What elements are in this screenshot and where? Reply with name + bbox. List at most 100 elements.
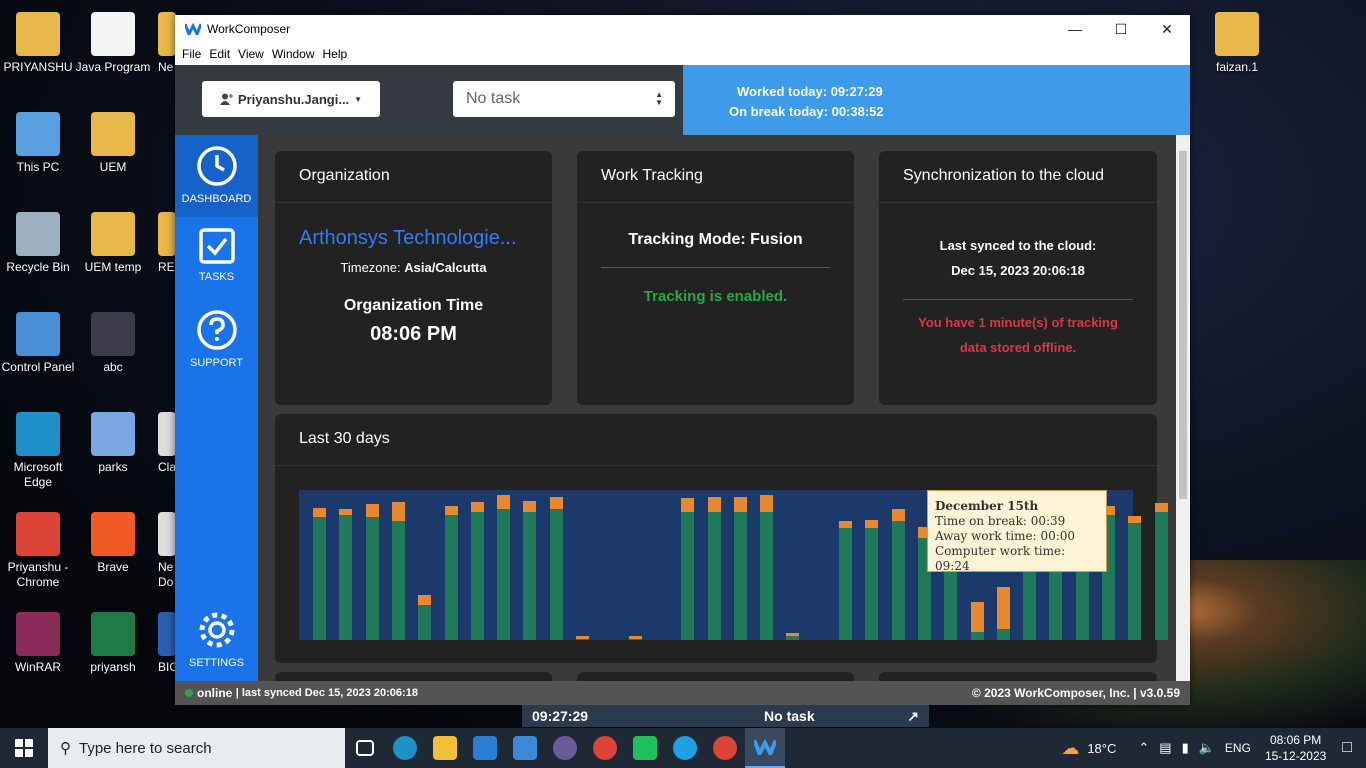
bar-computer-time[interactable] <box>523 511 537 640</box>
bar-computer-time[interactable] <box>760 511 774 640</box>
edge-icon[interactable] <box>385 728 425 768</box>
desktop-icon[interactable]: PRIYANSHU <box>0 12 76 75</box>
user-dropdown-button[interactable]: Priyanshu.Jangi... ▼ <box>202 81 380 117</box>
taskbar-search[interactable]: ⚲ Type here to search <box>48 728 345 768</box>
maximize-icon[interactable]: ☐ <box>1098 15 1144 43</box>
desktop-icon[interactable]: UEM <box>75 112 151 175</box>
bar-computer-time[interactable] <box>707 511 721 640</box>
bar-break-time[interactable] <box>444 506 458 515</box>
desktop-icon[interactable]: parks <box>75 412 151 475</box>
bar-break-time[interactable] <box>891 509 905 522</box>
menu-file[interactable]: File <box>181 47 208 61</box>
menu-window[interactable]: Window <box>271 47 322 61</box>
bar-computer-time[interactable] <box>1154 511 1168 640</box>
volume-icon[interactable]: 🔈 <box>1199 740 1215 756</box>
bar-break-time[interactable] <box>733 496 747 512</box>
menu-view[interactable]: View <box>237 47 271 61</box>
scrollbar-thumb[interactable] <box>1179 151 1187 499</box>
chevron-up-icon[interactable]: ⌃ <box>1138 740 1149 756</box>
bar-break-time[interactable] <box>497 495 511 510</box>
bar-computer-time[interactable] <box>996 629 1010 640</box>
chrome-icon[interactable] <box>585 728 625 768</box>
pycharm-icon[interactable] <box>625 728 665 768</box>
bar-computer-time[interactable] <box>444 514 458 640</box>
desktop-icon[interactable]: Control Panel <box>0 312 76 375</box>
skype-icon[interactable] <box>665 728 705 768</box>
scrollbar[interactable] <box>1176 135 1190 681</box>
minimize-icon[interactable]: — <box>1052 15 1098 43</box>
bar-computer-time[interactable] <box>339 514 353 640</box>
weather-icon[interactable]: ☁ <box>1061 738 1079 759</box>
desktop-icon[interactable]: Recycle Bin <box>0 212 76 275</box>
desktop-icon[interactable]: abc <box>75 312 151 375</box>
bar-computer-time[interactable] <box>786 635 800 640</box>
bar-break-time[interactable] <box>1154 502 1168 512</box>
temperature[interactable]: 18°C <box>1087 741 1116 756</box>
task-select[interactable]: No task ▲ ▼ <box>453 81 675 117</box>
bar-break-time[interactable] <box>549 496 563 510</box>
media-player-icon[interactable] <box>545 728 585 768</box>
close-icon[interactable]: ✕ <box>1144 15 1190 43</box>
bar-computer-time[interactable] <box>549 509 563 640</box>
bar-computer-time[interactable] <box>865 528 879 640</box>
clock[interactable]: 08:06 PM 15-12-2023 <box>1265 732 1326 764</box>
bar-break-time[interactable] <box>391 502 405 522</box>
bar-computer-time[interactable] <box>576 638 589 640</box>
desktop-icon[interactable]: Priyanshu - Chrome <box>0 512 76 590</box>
bar-break-time[interactable] <box>865 520 879 529</box>
bar-computer-time[interactable] <box>1128 522 1142 640</box>
bar-break-time[interactable] <box>996 586 1010 630</box>
mail-icon[interactable] <box>505 728 545 768</box>
nav-support[interactable]: SUPPORT <box>175 299 258 381</box>
network-icon[interactable]: ▤ <box>1159 740 1171 756</box>
battery-icon[interactable]: ▮ <box>1182 740 1189 756</box>
task-view-icon[interactable] <box>345 728 385 768</box>
desktop-icon-faizan[interactable]: faizan.1 <box>1199 12 1275 75</box>
bar-break-time[interactable] <box>760 495 774 512</box>
workcomposer-taskbar-icon[interactable] <box>745 728 785 768</box>
bar-computer-time[interactable] <box>418 604 432 640</box>
bar-computer-time[interactable] <box>891 521 905 640</box>
nav-dashboard[interactable]: DASHBOARD <box>175 135 258 217</box>
bar-computer-time[interactable] <box>628 638 642 640</box>
store-icon[interactable] <box>465 728 505 768</box>
menu-edit[interactable]: Edit <box>208 47 237 61</box>
file-explorer-icon[interactable] <box>425 728 465 768</box>
floating-timer-widget[interactable]: 09:27:29 No task ↗ <box>522 705 929 727</box>
bar-break-time[interactable] <box>681 498 695 512</box>
external-link-icon[interactable]: ↗ <box>907 708 919 725</box>
desktop-icon[interactable]: Microsoft Edge <box>0 412 76 490</box>
bar-computer-time[interactable] <box>733 511 747 640</box>
bar-break-time[interactable] <box>970 601 984 632</box>
bar-computer-time[interactable] <box>391 521 405 640</box>
organization-name[interactable]: Arthonsys Technologie... <box>275 227 552 250</box>
windows-start-icon[interactable] <box>4 728 44 768</box>
bar-computer-time[interactable] <box>497 509 511 640</box>
bar-break-time[interactable] <box>365 503 379 518</box>
menu-help[interactable]: Help <box>322 47 355 61</box>
desktop-icon[interactable]: This PC <box>0 112 76 175</box>
desktop-icon[interactable]: WinRAR <box>0 612 76 675</box>
bar-computer-time[interactable] <box>839 528 852 640</box>
chrome-profile-icon[interactable] <box>705 728 745 768</box>
bar-break-time[interactable] <box>523 500 537 512</box>
language-indicator[interactable]: ENG <box>1225 741 1251 755</box>
bar-computer-time[interactable] <box>365 517 379 640</box>
nav-tasks[interactable]: TASKS <box>175 217 258 299</box>
bar-computer-time[interactable] <box>970 631 984 640</box>
bar-break-time[interactable] <box>470 502 484 512</box>
bar-computer-time[interactable] <box>313 517 326 640</box>
desktop-icon[interactable]: Brave <box>75 512 151 575</box>
bar-break-time[interactable] <box>707 496 721 512</box>
bar-break-time[interactable] <box>418 595 432 605</box>
bar-computer-time[interactable] <box>681 511 695 640</box>
desktop-icon[interactable]: Java Program <box>75 12 151 75</box>
notification-icon[interactable]: □ <box>1342 739 1352 757</box>
nav-settings[interactable]: SETTINGS <box>175 599 258 681</box>
bar-break-time[interactable] <box>1128 515 1142 523</box>
desktop-icon[interactable]: UEM temp <box>75 212 151 275</box>
bar-break-time[interactable] <box>839 521 852 529</box>
bar-break-time[interactable] <box>313 507 326 518</box>
desktop-icon[interactable]: priyansh <box>75 612 151 675</box>
last-30-days-chart[interactable]: December 15th Time on break: 00:39 Away … <box>299 490 1168 640</box>
